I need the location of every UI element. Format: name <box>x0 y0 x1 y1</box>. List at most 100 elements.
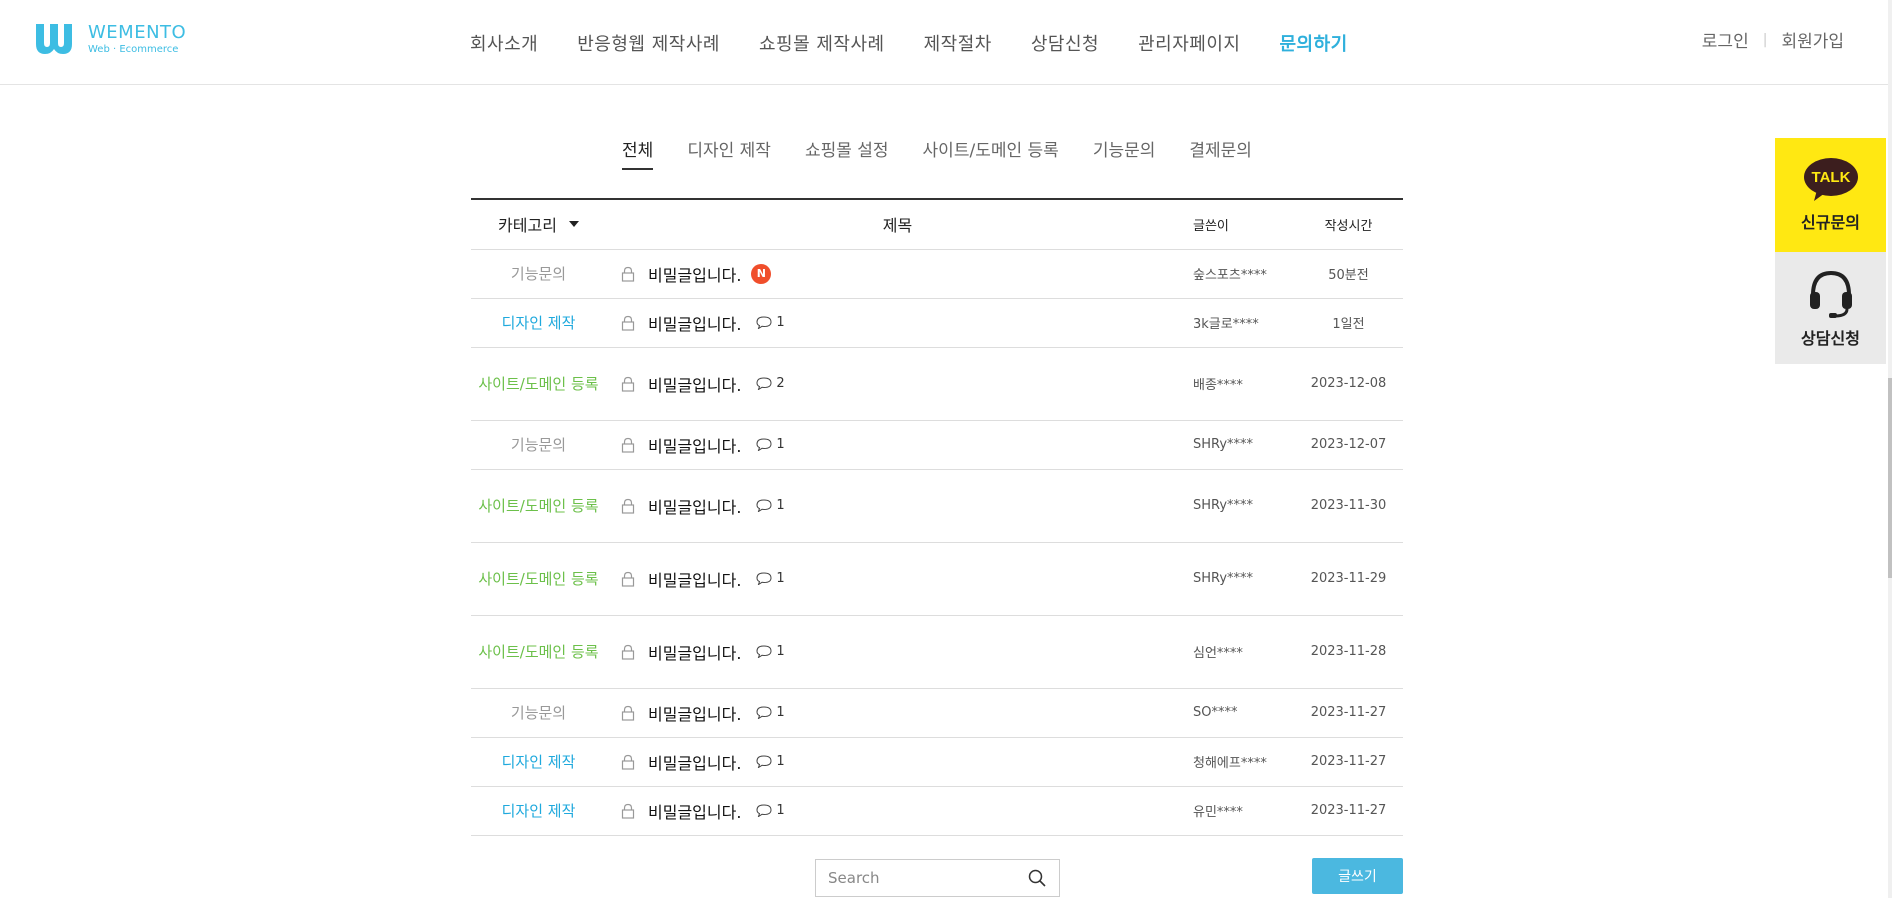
row-category: 디자인 제작 <box>501 313 576 332</box>
tab-5[interactable]: 결제문의 <box>1189 136 1252 170</box>
row-date: 2023-11-27 <box>1294 786 1403 836</box>
logo[interactable]: WEMENTO Web · Ecommerce <box>34 22 186 56</box>
comment-count-value: 1 <box>776 803 785 818</box>
search-icon[interactable] <box>1027 868 1047 888</box>
site-header: WEMENTO Web · Ecommerce 회사소개 반응형웹 제작사례 쇼핑몰… <box>0 0 1892 85</box>
nav-item-4[interactable]: 상담신청 <box>1031 30 1099 56</box>
nav-item-2[interactable]: 쇼핑몰 제작사례 <box>759 30 885 56</box>
row-date: 1일전 <box>1294 298 1403 348</box>
category-filter-header[interactable]: 카테고리 <box>471 200 606 250</box>
nav-item-6[interactable]: 문의하기 <box>1279 30 1347 56</box>
row-writer: 3k글로**** <box>1189 298 1294 348</box>
post-title-link[interactable]: 비밀글입니다. <box>648 372 741 396</box>
search-input[interactable] <box>828 869 1027 887</box>
comment-count: 1 <box>756 571 785 586</box>
login-link[interactable]: 로그인 <box>1702 27 1749 52</box>
table-row[interactable]: 사이트/도메인 등록 비밀글입니다. 2 배종**** 2023-12-08 <box>471 347 1403 421</box>
tab-3[interactable]: 사이트/도메인 등록 <box>923 136 1059 170</box>
lock-icon <box>621 705 635 721</box>
post-title-link[interactable]: 비밀글입니다. <box>648 799 741 823</box>
nav-item-3[interactable]: 제작절차 <box>924 30 992 56</box>
row-writer: 숲스포츠**** <box>1189 249 1294 299</box>
lock-icon <box>621 754 635 770</box>
user-links: 로그인 | 회원가입 <box>1702 27 1844 53</box>
comment-count: 1 <box>756 705 785 720</box>
tab-1[interactable]: 디자인 제작 <box>687 136 771 170</box>
date-header: 작성시간 <box>1294 200 1403 250</box>
tab-4[interactable]: 기능문의 <box>1093 136 1156 170</box>
speech-bubble-icon <box>756 706 772 719</box>
row-date: 2023-11-30 <box>1294 469 1403 543</box>
row-date: 50분전 <box>1294 249 1403 299</box>
row-date: 2023-12-07 <box>1294 420 1403 470</box>
lock-icon <box>621 498 635 514</box>
signup-link[interactable]: 회원가입 <box>1781 27 1844 52</box>
row-date: 2023-11-27 <box>1294 688 1403 738</box>
comment-count: 2 <box>756 376 785 391</box>
speech-bubble-icon <box>756 804 772 817</box>
table-row[interactable]: 사이트/도메인 등록 비밀글입니다. 1 SHRy**** 2023-11-29 <box>471 542 1403 616</box>
post-title-link[interactable]: 비밀글입니다. <box>648 701 741 725</box>
lock-icon <box>621 437 635 453</box>
speech-bubble-icon <box>756 499 772 512</box>
speech-bubble-icon <box>756 755 772 768</box>
comment-count-value: 1 <box>776 571 785 586</box>
table-row[interactable]: 디자인 제작 비밀글입니다. 1 3k글로**** 1일전 <box>471 298 1403 348</box>
row-writer: 배종**** <box>1189 347 1294 421</box>
row-category: 디자인 제작 <box>501 801 576 820</box>
nav-item-5[interactable]: 관리자페이지 <box>1138 30 1240 56</box>
row-category: 디자인 제작 <box>501 752 576 771</box>
table-row[interactable]: 기능문의 비밀글입니다. N 숲스포츠**** 50분전 <box>471 249 1403 299</box>
table-row[interactable]: 기능문의 비밀글입니다. 1 SHRy**** 2023-12-07 <box>471 420 1403 470</box>
comment-count: 1 <box>756 644 785 659</box>
speech-bubble-icon <box>756 572 772 585</box>
table-row[interactable]: 기능문의 비밀글입니다. 1 SO**** 2023-11-27 <box>471 688 1403 738</box>
write-button[interactable]: 글쓰기 <box>1312 858 1403 894</box>
nav-item-0[interactable]: 회사소개 <box>470 30 538 56</box>
table-row[interactable]: 디자인 제작 비밀글입니다. 1 유민**** 2023-11-27 <box>471 786 1403 836</box>
post-title-link[interactable]: 비밀글입니다. <box>648 640 741 664</box>
table-row[interactable]: 사이트/도메인 등록 비밀글입니다. 1 심언**** 2023-11-28 <box>471 615 1403 689</box>
post-title-link[interactable]: 비밀글입니다. <box>648 262 741 286</box>
comment-count-value: 1 <box>776 498 785 513</box>
row-category: 사이트/도메인 등록 <box>478 569 599 588</box>
new-badge: N <box>751 263 772 284</box>
main-nav: 회사소개 반응형웹 제작사례 쇼핑몰 제작사례 제작절차 상담신청 관리자페이지 문의하기 <box>470 30 1387 56</box>
lock-icon <box>621 803 635 819</box>
row-writer: SHRy**** <box>1189 420 1294 470</box>
row-writer: SO**** <box>1189 688 1294 738</box>
table-row[interactable]: 사이트/도메인 등록 비밀글입니다. 1 SHRy**** 2023-11-30 <box>471 469 1403 543</box>
kakao-talk-icon: TALK <box>1803 158 1858 201</box>
comment-count: 1 <box>756 803 785 818</box>
row-writer: 청해에프**** <box>1189 737 1294 787</box>
search-box <box>815 859 1060 897</box>
inquiry-board: 카테고리 제목 글쓴이 작성시간 기능문의 비밀글입니다. N 숲스포츠**** 50분… <box>471 198 1403 836</box>
comment-count: 1 <box>756 498 785 513</box>
wemento-logo-icon <box>36 24 72 54</box>
post-title-link[interactable]: 비밀글입니다. <box>648 750 741 774</box>
new-inquiry-label: 신규문의 <box>1801 213 1860 232</box>
post-title-link[interactable]: 비밀글입니다. <box>648 567 741 591</box>
post-title-link[interactable]: 비밀글입니다. <box>648 494 741 518</box>
consult-button[interactable]: 상담신청 <box>1775 252 1886 364</box>
row-writer: SHRy**** <box>1189 469 1294 543</box>
lock-icon <box>621 376 635 392</box>
kakao-talk-button[interactable]: TALK 신규문의 <box>1775 138 1886 252</box>
post-title-link[interactable]: 비밀글입니다. <box>648 433 741 457</box>
comment-count: 1 <box>756 315 785 330</box>
row-category: 기능문의 <box>510 435 567 454</box>
page-scrollbar-thumb[interactable] <box>1888 378 1892 578</box>
table-row[interactable]: 디자인 제작 비밀글입니다. 1 청해에프**** 2023-11-27 <box>471 737 1403 787</box>
caret-down-icon <box>568 221 579 228</box>
board-header-row: 카테고리 제목 글쓴이 작성시간 <box>471 200 1403 250</box>
user-links-separator: | <box>1762 31 1768 48</box>
row-category: 기능문의 <box>510 264 567 283</box>
speech-bubble-icon <box>756 316 772 329</box>
tab-0[interactable]: 전체 <box>622 136 654 170</box>
post-title-link[interactable]: 비밀글입니다. <box>648 311 741 335</box>
nav-item-1[interactable]: 반응형웹 제작사례 <box>577 30 720 56</box>
speech-bubble-icon <box>756 377 772 390</box>
comment-count-value: 1 <box>776 644 785 659</box>
lock-icon <box>621 266 635 282</box>
tab-2[interactable]: 쇼핑몰 설정 <box>805 136 889 170</box>
